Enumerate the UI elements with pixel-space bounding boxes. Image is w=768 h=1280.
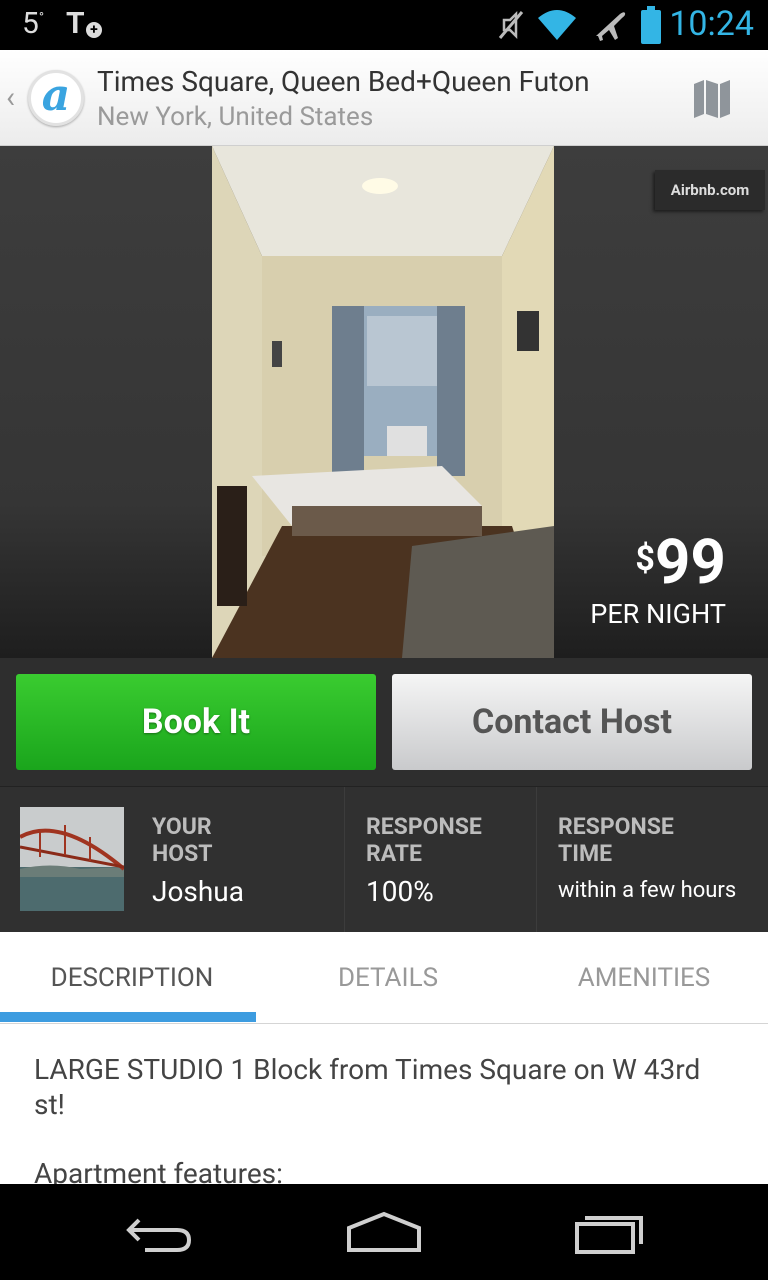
home-icon[interactable] — [339, 1202, 429, 1262]
response-rate-label: RESPONSE RATE — [366, 813, 482, 867]
action-bar: Book It Contact Host — [0, 658, 768, 786]
host-avatar[interactable] — [20, 807, 124, 911]
host-name: Joshua — [152, 875, 244, 908]
nightly-price: $99 — [635, 526, 726, 599]
book-it-button[interactable]: Book It — [16, 674, 376, 770]
description-text: LARGE STUDIO 1 Block from Times Square o… — [34, 1053, 701, 1121]
room-photo[interactable] — [212, 146, 554, 658]
notification-t-icon: T + — [66, 6, 102, 41]
airplane-icon — [596, 12, 626, 41]
description-text: Apartment features: — [34, 1157, 283, 1184]
app-logo[interactable]: a — [28, 70, 84, 126]
clock: 10:24 — [669, 4, 754, 44]
tab-details[interactable]: DETAILS — [260, 932, 516, 1024]
your-host-label: YOUR HOST — [152, 813, 213, 867]
price-unit: PER NIGHT — [590, 598, 726, 630]
back-icon[interactable] — [115, 1202, 205, 1262]
tab-description[interactable]: DESCRIPTION — [4, 932, 260, 1024]
back-chevron-icon[interactable]: ‹ — [6, 80, 15, 115]
airbnb-watermark: Airbnb.com — [655, 170, 765, 210]
description-panel: LARGE STUDIO 1 Block from Times Square o… — [0, 1024, 768, 1184]
contact-host-button[interactable]: Contact Host — [392, 674, 752, 770]
wifi-icon — [538, 10, 576, 40]
recent-apps-icon[interactable] — [565, 1202, 655, 1262]
mute-icon — [498, 10, 524, 40]
response-rate-value: 100% — [366, 875, 434, 908]
tab-amenities[interactable]: AMENITIES — [516, 932, 768, 1024]
response-time-label: RESPONSE TIME — [558, 813, 674, 867]
divider — [536, 787, 537, 933]
listing-tabs: DESCRIPTION DETAILS AMENITIES — [0, 932, 768, 1024]
status-bar: 5° T + 10:24 — [0, 0, 768, 50]
app-header: ‹ a Times Square, Queen Bed+Queen Futon … — [0, 50, 768, 146]
navigation-bar — [0, 1184, 768, 1280]
active-tab-indicator — [0, 1012, 256, 1022]
host-info: YOUR HOST Joshua RESPONSE RATE 100% RESPON… — [0, 786, 768, 933]
listing-location: New York, United States — [97, 102, 374, 132]
battery-icon — [641, 6, 661, 44]
listing-title: Times Square, Queen Bed+Queen Futon — [97, 65, 590, 98]
listing-photo-area[interactable]: Airbnb.com $99 PER NIGHT — [0, 146, 768, 658]
divider — [344, 787, 345, 933]
temperature: 5° — [22, 6, 45, 41]
map-icon[interactable] — [688, 74, 736, 122]
response-time-value: within a few hours — [558, 878, 737, 903]
